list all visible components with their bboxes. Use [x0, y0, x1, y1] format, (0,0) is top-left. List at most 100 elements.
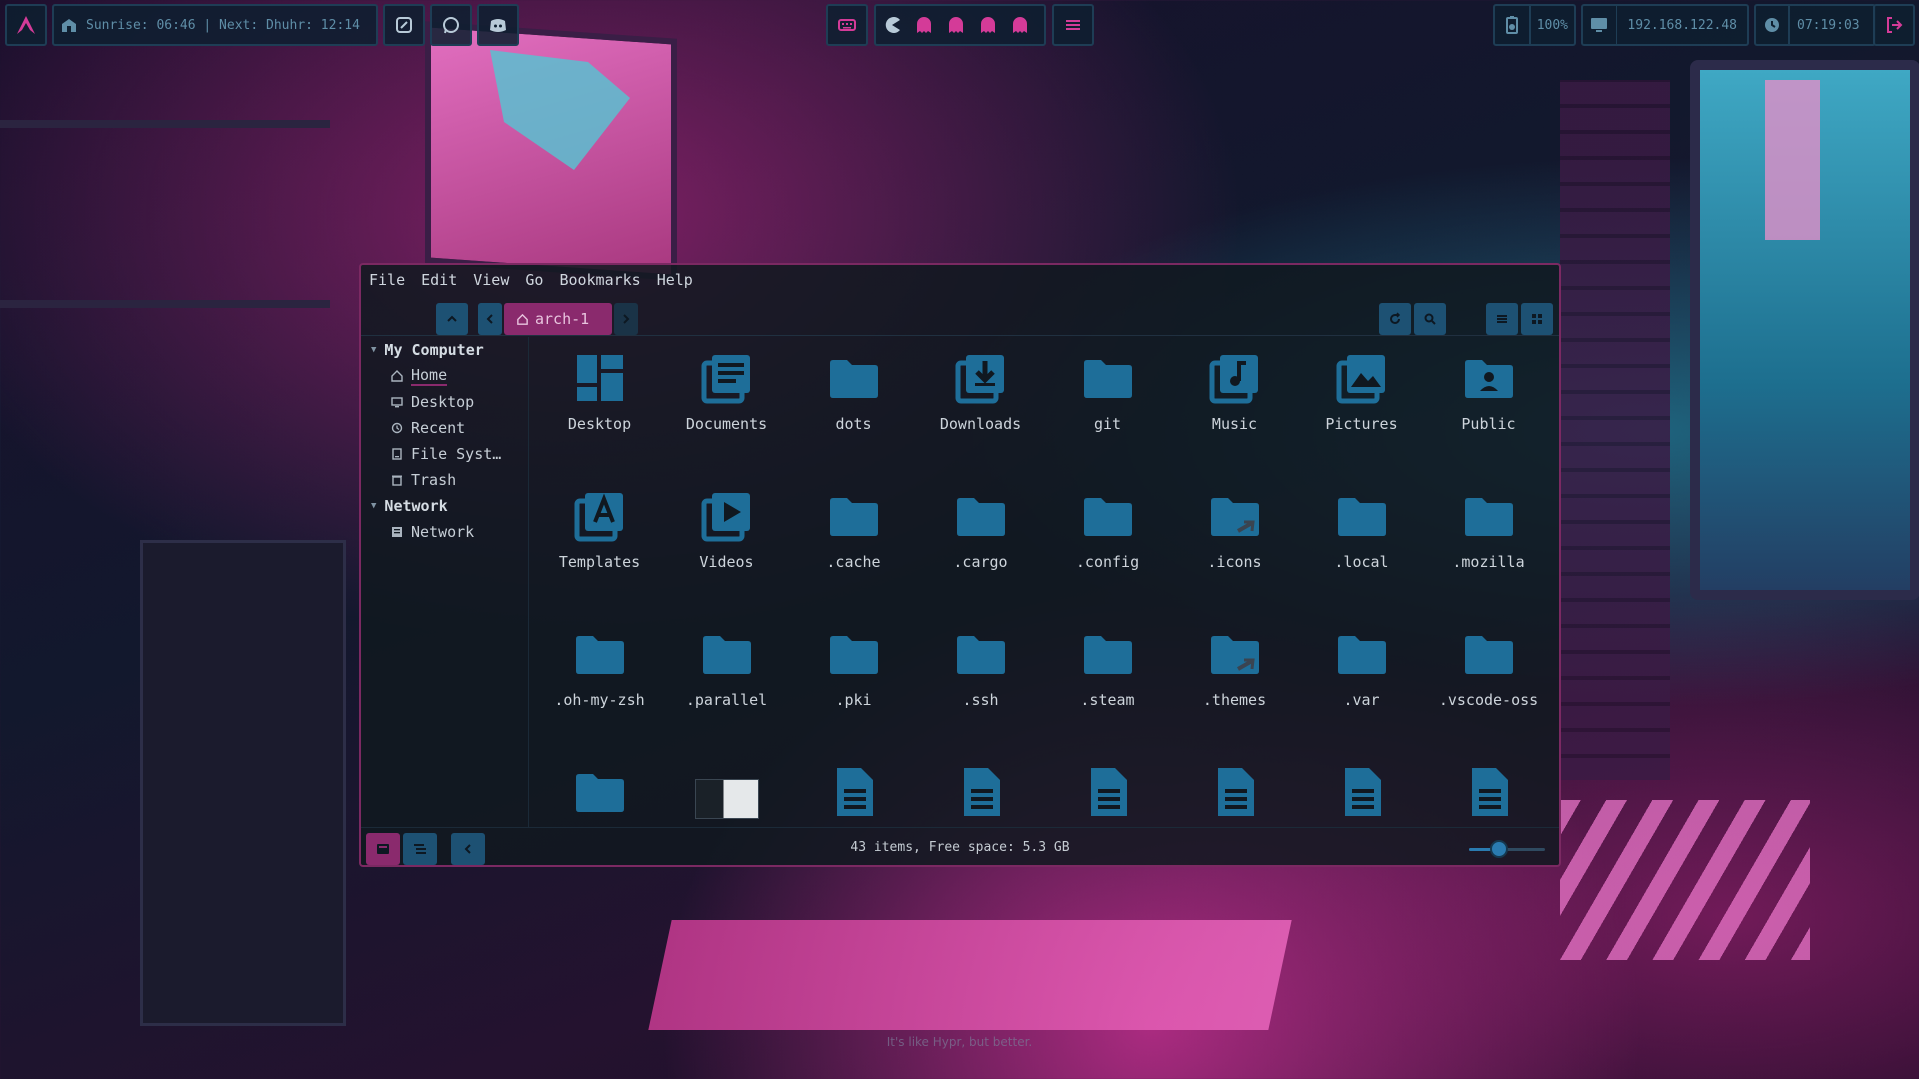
drive-icon: [391, 448, 403, 460]
file-item[interactable]: .icons: [1171, 489, 1298, 571]
pictures-folder-icon: [1335, 351, 1389, 405]
menu-edit[interactable]: Edit: [421, 271, 457, 289]
ghost-icon[interactable]: [908, 6, 940, 44]
file-item[interactable]: .ssh: [917, 627, 1044, 709]
file-item[interactable]: [790, 765, 917, 823]
breadcrumb-back-button[interactable]: [478, 303, 502, 335]
clock-icon: [1756, 6, 1788, 44]
mosque-icon: [54, 6, 84, 44]
file-item[interactable]: .themes: [1171, 627, 1298, 709]
file-item[interactable]: Music: [1171, 351, 1298, 433]
sidebar-group-my-computer[interactable]: ▼ My Computer: [361, 337, 528, 363]
file-item[interactable]: .local: [1298, 489, 1425, 571]
zoom-slider-handle[interactable]: [1490, 840, 1509, 858]
file-item[interactable]: Templates: [536, 489, 663, 571]
sidebar-item-trash[interactable]: Trash: [361, 467, 528, 493]
prayer-times-widget[interactable]: Sunrise: 06:46 | Next: Dhuhr: 12:14: [52, 4, 378, 46]
app-button-1[interactable]: [383, 4, 425, 46]
file-item[interactable]: Documents: [663, 351, 790, 433]
ghost-icon[interactable]: [1004, 6, 1036, 44]
file-item[interactable]: Pictures: [1298, 351, 1425, 433]
file-item[interactable]: .steam: [1044, 627, 1171, 709]
wallpaper-bricks: [1560, 80, 1670, 780]
breadcrumb-forward-button[interactable]: [614, 303, 638, 335]
keyboard-button[interactable]: [826, 4, 868, 46]
keyboard-icon: [828, 6, 866, 44]
search-button[interactable]: [1414, 303, 1446, 335]
file-item[interactable]: [1171, 765, 1298, 823]
menu-button[interactable]: [1052, 4, 1094, 46]
breadcrumb-location[interactable]: arch-1: [504, 303, 612, 335]
logout-button[interactable]: [1873, 4, 1915, 46]
wallpaper-rack: [140, 540, 346, 1026]
toggle-places-button[interactable]: [366, 833, 400, 865]
folder-icon: [1081, 627, 1135, 681]
file-name: .parallel: [685, 691, 768, 709]
menu-help[interactable]: Help: [657, 271, 693, 289]
file-grid: Desktop Documents dots Downloads git Music Pic…: [536, 343, 1556, 823]
file-item[interactable]: Public: [1425, 351, 1552, 433]
sidebar-item-home[interactable]: Home: [361, 363, 528, 389]
chevron-left-icon: [464, 844, 471, 854]
file-item[interactable]: [536, 765, 663, 823]
menu-go[interactable]: Go: [525, 271, 543, 289]
menu-file[interactable]: File: [369, 271, 405, 289]
file-item[interactable]: git: [1044, 351, 1171, 433]
sidebar-group-network[interactable]: ▼ Network: [361, 493, 528, 519]
file-item[interactable]: Downloads: [917, 351, 1044, 433]
toolbar: arch-1: [361, 295, 1559, 335]
ghost-icon[interactable]: [972, 6, 1004, 44]
file-item[interactable]: [917, 765, 1044, 823]
file-item[interactable]: .cargo: [917, 489, 1044, 571]
file-name: Pictures: [1325, 415, 1398, 433]
folder-link-icon: [1208, 489, 1262, 543]
list-view-button[interactable]: [1486, 303, 1518, 335]
folder-icon: [954, 627, 1008, 681]
file-item[interactable]: dots: [790, 351, 917, 433]
folder-icon: [700, 627, 754, 681]
hamburger-menu-icon: [1054, 6, 1092, 44]
launcher-button[interactable]: [5, 4, 47, 46]
file-item[interactable]: Desktop: [536, 351, 663, 433]
discord-button[interactable]: [477, 4, 519, 46]
file-item[interactable]: [1044, 765, 1171, 823]
file-item[interactable]: [1298, 765, 1425, 823]
pacman-icon[interactable]: [876, 6, 908, 44]
sidebar-item-recent[interactable]: Recent: [361, 415, 528, 441]
file-item[interactable]: [1425, 765, 1552, 823]
wallpaper-shelf: [0, 120, 330, 128]
sidebar-item-network[interactable]: Network: [361, 519, 528, 545]
go-up-button[interactable]: [436, 303, 468, 335]
file-name: .cargo: [953, 553, 1008, 571]
hide-sidebar-button[interactable]: [451, 833, 485, 865]
clock-widget[interactable]: 07:19:03: [1754, 4, 1876, 46]
ghost-icon[interactable]: [940, 6, 972, 44]
reload-button[interactable]: [1379, 303, 1411, 335]
sidebar-item-desktop[interactable]: Desktop: [361, 389, 528, 415]
zoom-slider[interactable]: [1469, 840, 1545, 858]
file-item[interactable]: .config: [1044, 489, 1171, 571]
file-item[interactable]: .oh-my-zsh: [536, 627, 663, 709]
toggle-tree-button[interactable]: [403, 833, 437, 865]
whatsapp-button[interactable]: [430, 4, 472, 46]
file-item[interactable]: Videos: [663, 489, 790, 571]
file-item[interactable]: .mozilla: [1425, 489, 1552, 571]
file-name: Desktop: [567, 415, 632, 433]
file-item[interactable]: .pki: [790, 627, 917, 709]
file-item[interactable]: .cache: [790, 489, 917, 571]
battery-widget[interactable]: 100%: [1493, 4, 1576, 46]
menu-view[interactable]: View: [473, 271, 509, 289]
sidebar-item-label: Desktop: [411, 393, 475, 411]
workspaces-widget[interactable]: [874, 4, 1046, 46]
file-item[interactable]: .parallel: [663, 627, 790, 709]
file-item[interactable]: [663, 765, 790, 823]
sidebar-item-filesystem[interactable]: File Syst…: [361, 441, 528, 467]
network-widget[interactable]: 192.168.122.48: [1581, 4, 1749, 46]
file-item[interactable]: .var: [1298, 627, 1425, 709]
grid-view-button[interactable]: [1521, 303, 1553, 335]
file-name: .mozilla: [1452, 553, 1525, 571]
wallpaper-poster-art: [490, 50, 630, 170]
menu-bookmarks[interactable]: Bookmarks: [559, 271, 640, 289]
search-icon: [1424, 313, 1436, 325]
file-item[interactable]: .vscode-oss: [1425, 627, 1552, 709]
